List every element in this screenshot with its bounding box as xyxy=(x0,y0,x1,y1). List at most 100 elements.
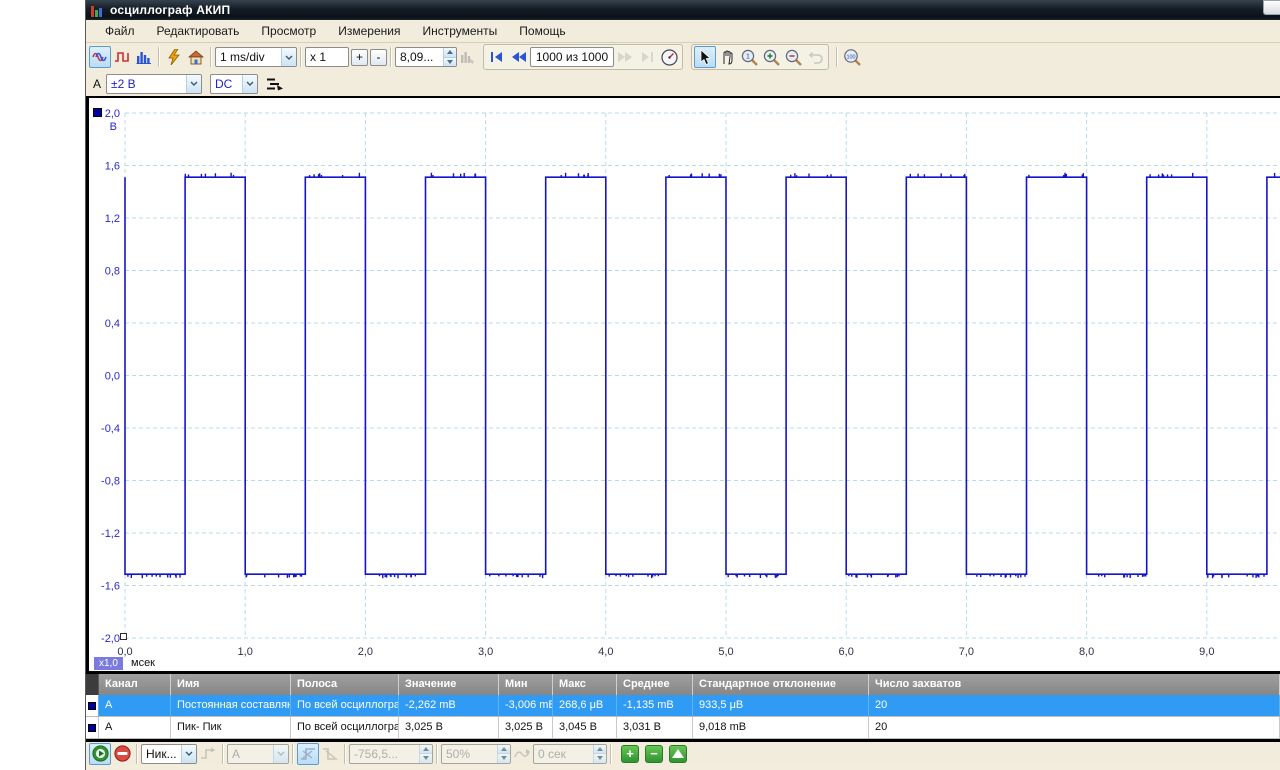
toolbar-separator xyxy=(210,47,212,67)
rising-slope-icon xyxy=(301,747,315,760)
zoom-in-button[interactable] xyxy=(760,46,782,68)
timebase-value: 1 ms/div xyxy=(220,50,265,64)
channel-range-select[interactable]: ±2 В xyxy=(106,73,203,94)
toolbar-separator xyxy=(436,743,438,764)
column-header[interactable]: Макс xyxy=(553,674,617,695)
title-bar[interactable]: осциллограф АКИП xyxy=(86,0,1280,20)
measurement-cell[interactable]: 3,031 В xyxy=(617,717,693,739)
menu-measurements[interactable]: Измерения xyxy=(327,21,411,41)
go-first-button[interactable] xyxy=(486,46,508,68)
channel-coupling-value: DC xyxy=(215,76,233,91)
magnifier-plus-icon xyxy=(763,49,780,66)
measurement-cell[interactable]: По всей осциллограмме xyxy=(291,717,399,739)
trigger-rising-button[interactable] xyxy=(297,742,319,765)
measurement-cell[interactable]: Постоянная составляющая xyxy=(171,695,291,717)
scale-increase-button[interactable]: + xyxy=(351,48,368,66)
spectrum-mode-button[interactable] xyxy=(133,46,155,68)
measurement-cell[interactable]: 268,6 μB xyxy=(553,695,617,717)
axis-origin-handle[interactable] xyxy=(120,633,127,640)
scale-decrease-button[interactable]: - xyxy=(370,48,387,66)
autoset-button[interactable] xyxy=(163,46,185,68)
replay-speed-button[interactable] xyxy=(658,46,680,68)
measurement-cell[interactable]: -1,135 mB xyxy=(617,695,693,717)
trigger-mode-select[interactable]: Ник... xyxy=(141,743,197,764)
channel-settings-button[interactable] xyxy=(264,73,286,95)
scope-mode-button[interactable] xyxy=(89,46,111,68)
window-controls-fragment[interactable] xyxy=(1263,0,1280,15)
menu-tools[interactable]: Инструменты xyxy=(411,21,508,41)
trigger-source-select: A xyxy=(227,743,289,764)
stop-button[interactable] xyxy=(111,743,133,765)
main-toolbar: 1 ms/div x 1 + - 8,09... 1000 из 1000 1 … xyxy=(86,43,1280,71)
channel-coupling-select[interactable]: DC xyxy=(210,73,259,94)
measurement-cell[interactable]: Пик- Пик xyxy=(171,717,291,739)
measurement-cell[interactable]: 20 xyxy=(869,695,1280,717)
menu-view[interactable]: Просмотр xyxy=(250,21,327,41)
toolbar-separator xyxy=(344,743,346,764)
measurement-cell[interactable]: 3,045 В xyxy=(553,717,617,739)
wave-arrows-icon xyxy=(514,748,530,757)
triangle-up-icon xyxy=(672,749,684,758)
x-tick-label: 7,0 xyxy=(959,646,974,658)
home-button[interactable] xyxy=(185,46,207,68)
zoom-100-button[interactable]: 100 xyxy=(841,46,863,68)
skip-to-start-icon xyxy=(491,52,502,62)
step-back-button[interactable] xyxy=(508,46,530,68)
measurement-cell[interactable]: 9,018 mB xyxy=(693,717,869,739)
y-tick-label: -2,0 xyxy=(101,633,120,645)
column-header[interactable]: Канал xyxy=(99,674,171,695)
go-last-button xyxy=(636,46,658,68)
column-header[interactable]: Мин xyxy=(499,674,553,695)
measurement-cell[interactable]: -3,006 mB xyxy=(499,695,553,717)
select-tool-button[interactable] xyxy=(694,46,716,68)
measurement-row[interactable]: AПостоянная составляющаяПо всей осциллог… xyxy=(86,695,1280,717)
pan-tool-button[interactable] xyxy=(716,46,738,68)
row-gutter xyxy=(86,695,99,717)
column-header[interactable]: Число захватов xyxy=(869,674,1280,695)
oscillogram-plot[interactable]: 2,01,61,20,80,40,0-0,4-0,8-1,2-1,6-2,0B0… xyxy=(89,98,1280,671)
pulse-mode-button[interactable] xyxy=(111,46,133,68)
chevron-down-icon xyxy=(186,74,202,93)
y-tick-label: -0,4 xyxy=(101,423,120,435)
run-button[interactable] xyxy=(89,742,111,765)
measurement-cell[interactable]: 20 xyxy=(869,717,1280,739)
measurement-cell[interactable]: 3,025 В xyxy=(499,717,553,739)
trigger-mode-value: Ник... xyxy=(146,746,177,761)
zoom-actual-button[interactable]: 1 xyxy=(738,46,760,68)
column-header[interactable]: Полоса xyxy=(291,674,399,695)
menu-file[interactable]: Файл xyxy=(94,21,146,41)
column-header[interactable]: Стандартное отклонение xyxy=(693,674,869,695)
zoom-out-button[interactable] xyxy=(782,46,804,68)
measurement-cell[interactable]: 3,025 В xyxy=(399,717,499,739)
offset-spinner[interactable]: 8,09... xyxy=(395,47,457,67)
x-scale-badge[interactable]: x1,0 xyxy=(94,657,123,670)
toolbar-separator xyxy=(222,743,224,764)
spinner-arrows[interactable] xyxy=(443,48,456,66)
spinner-arrows xyxy=(497,744,510,763)
measurement-cell[interactable]: A xyxy=(99,717,171,739)
x-tick-label: 9,0 xyxy=(1199,646,1214,658)
oscillogram-panel[interactable]: 2,0 1,6 1,2 0,8 0,4 0,0 -0,4 -0,8 -1,2 -1,6 -2,0 B 0… xyxy=(86,96,1280,674)
channel-a-marker xyxy=(93,108,102,117)
stop-icon xyxy=(113,745,131,762)
menu-help[interactable]: Помощь xyxy=(508,21,576,41)
column-header[interactable]: Имя xyxy=(171,674,291,695)
column-header[interactable]: Среднее xyxy=(617,674,693,695)
scale-field[interactable]: x 1 xyxy=(305,47,349,67)
remove-measurement-button[interactable]: − xyxy=(645,744,663,763)
measurement-cell[interactable]: -2,262 mB xyxy=(399,695,499,717)
measurement-row[interactable]: AПик- ПикПо всей осциллограмме3,025 В3,0… xyxy=(86,717,1280,739)
measurement-cell[interactable]: A xyxy=(99,695,171,717)
menu-edit[interactable]: Редактировать xyxy=(146,21,251,41)
record-position-field[interactable]: 1000 из 1000 xyxy=(530,47,614,67)
cursor-arrow-icon xyxy=(700,49,711,65)
export-measurement-button[interactable] xyxy=(669,744,687,763)
play-icon xyxy=(91,745,109,762)
measurement-cell[interactable]: 933,5 μB xyxy=(693,695,869,717)
measurement-cell[interactable]: По всей осциллограмме xyxy=(291,695,399,717)
column-header[interactable]: Значение xyxy=(399,674,499,695)
trigger-level-value: -756,5... xyxy=(354,746,399,761)
timebase-select[interactable]: 1 ms/div xyxy=(215,47,297,67)
add-measurement-button[interactable]: + xyxy=(621,744,639,763)
y-tick-label: -1,6 xyxy=(101,581,120,593)
